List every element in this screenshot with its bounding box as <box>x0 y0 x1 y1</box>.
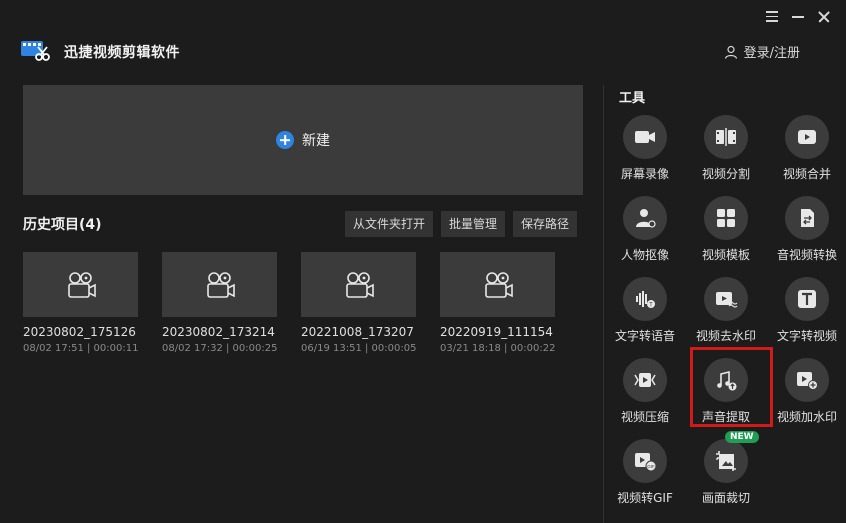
panel-divider <box>603 85 604 523</box>
plus-icon <box>276 131 294 149</box>
tool-label: 画面裁切 <box>701 491 750 505</box>
user-icon <box>724 45 737 59</box>
app-title: 迅捷视频剪辑软件 <box>64 45 180 61</box>
history-item-meta: 03/21 18:18 | 00:00:22 <box>440 343 556 354</box>
new-project-button[interactable]: 新建 <box>23 85 583 195</box>
tool-label: 声音提取 <box>701 410 750 424</box>
history-item-name: 20230802_175126 <box>23 325 136 339</box>
app-logo-icon <box>20 38 50 64</box>
login-label: 登录/注册 <box>743 46 800 61</box>
tool-label: 视频分割 <box>701 167 750 181</box>
screen-record-icon <box>623 115 667 159</box>
new-badge: NEW <box>725 431 759 443</box>
history-item-name: 20220919_111154 <box>440 325 553 339</box>
tool-screen-record[interactable]: 屏幕录像 <box>607 115 683 182</box>
tool-label: 视频压缩 <box>620 410 669 424</box>
history-item-name: 20230802_173214 <box>162 325 275 339</box>
add-watermark-icon <box>785 358 829 402</box>
tool-text-to-speech[interactable]: T 文字转语音 <box>607 277 683 344</box>
tool-label: 文字转语音 <box>614 329 675 343</box>
close-icon[interactable] <box>816 8 832 24</box>
tool-video-merge[interactable]: 视频合并 <box>769 115 845 182</box>
tool-label: 音视频转换 <box>776 248 837 262</box>
video-camera-icon <box>206 271 235 298</box>
tool-label: 屏幕录像 <box>620 167 669 181</box>
tool-video-compress[interactable]: 视频压缩 <box>607 358 683 425</box>
tool-label: 视频模板 <box>701 248 750 262</box>
history-item-meta: 08/02 17:32 | 00:00:25 <box>162 343 278 354</box>
video-camera-icon <box>484 271 513 298</box>
history-title: 历史项目(4) <box>23 217 102 233</box>
video-thumbnail <box>162 252 277 317</box>
text-to-video-icon <box>785 277 829 321</box>
video-merge-icon <box>785 115 829 159</box>
svg-text:T: T <box>649 303 653 309</box>
person-cutout-icon <box>623 196 667 240</box>
minimize-icon[interactable] <box>790 8 806 24</box>
video-compress-icon <box>623 358 667 402</box>
crop-icon <box>704 439 748 483</box>
save-path-button[interactable]: 保存路径 <box>513 211 578 237</box>
video-split-icon <box>704 115 748 159</box>
video-thumbnail <box>23 252 138 317</box>
tool-video-template[interactable]: 视频模板 <box>688 196 764 263</box>
video-to-gif-icon: GIF <box>623 439 667 483</box>
av-convert-icon <box>785 196 829 240</box>
batch-manage-button[interactable]: 批量管理 <box>441 211 506 237</box>
tool-av-convert[interactable]: 音视频转换 <box>769 196 845 263</box>
video-camera-icon <box>67 271 96 298</box>
tool-text-to-video[interactable]: 文字转视频 <box>769 277 845 344</box>
video-template-icon <box>704 196 748 240</box>
history-item[interactable]: 20230802_173214 08/02 17:32 | 00:00:25 <box>162 252 277 354</box>
history-item-name: 20221008_173207 <box>301 325 414 339</box>
text-to-speech-icon: T <box>623 277 667 321</box>
history-item[interactable]: 20230802_175126 08/02 17:51 | 00:00:11 <box>23 252 138 354</box>
video-camera-icon <box>345 271 374 298</box>
remove-watermark-icon <box>704 277 748 321</box>
window-controls <box>764 8 832 24</box>
history-item-meta: 08/02 17:51 | 00:00:11 <box>23 343 139 354</box>
open-folder-button[interactable]: 从文件夹打开 <box>345 211 434 237</box>
history-item[interactable]: 20221008_173207 06/19 13:51 | 00:00:05 <box>301 252 416 354</box>
video-thumbnail <box>301 252 416 317</box>
tool-label: 视频去水印 <box>695 329 756 343</box>
new-project-label: 新建 <box>302 133 330 149</box>
history-toolbar: 从文件夹打开 批量管理 保存路径 <box>345 211 578 237</box>
audio-extract-icon <box>704 358 748 402</box>
tool-crop[interactable]: 画面裁切 <box>688 439 764 506</box>
history-list: 20230802_175126 08/02 17:51 | 00:00:11 2… <box>23 252 555 354</box>
tool-person-cutout[interactable]: 人物抠像 <box>607 196 683 263</box>
tool-label: 视频转GIF <box>617 491 673 505</box>
tool-label: 视频加水印 <box>776 410 837 424</box>
tool-remove-watermark[interactable]: 视频去水印 <box>688 277 764 344</box>
tool-audio-extract[interactable]: 声音提取 <box>688 358 764 425</box>
tool-video-split[interactable]: 视频分割 <box>688 115 764 182</box>
tool-label: 人物抠像 <box>620 248 669 262</box>
tool-video-to-gif[interactable]: GIF 视频转GIF <box>607 439 683 506</box>
tools-title: 工具 <box>619 91 646 106</box>
tool-label: 视频合并 <box>782 167 831 181</box>
menu-icon[interactable] <box>764 8 780 24</box>
history-item[interactable]: 20220919_111154 03/21 18:18 | 00:00:22 <box>440 252 555 354</box>
history-item-meta: 06/19 13:51 | 00:00:05 <box>301 343 417 354</box>
svg-text:GIF: GIF <box>647 464 655 469</box>
video-thumbnail <box>440 252 555 317</box>
tool-add-watermark[interactable]: 视频加水印 <box>769 358 845 425</box>
tool-label: 文字转视频 <box>776 329 837 343</box>
login-button[interactable]: 登录/注册 <box>724 42 800 61</box>
